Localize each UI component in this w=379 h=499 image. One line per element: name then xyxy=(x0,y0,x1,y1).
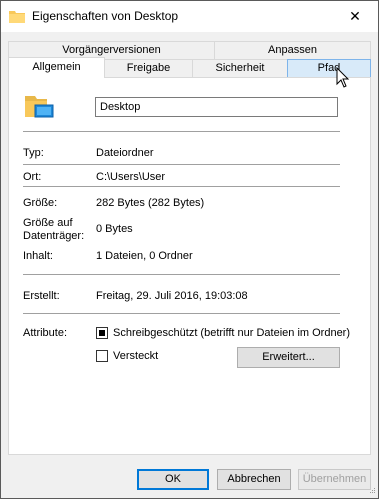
separator xyxy=(23,164,340,165)
disk-size-label-line1: Größe auf xyxy=(23,217,73,229)
size-value: 282 Bytes (282 Bytes) xyxy=(96,197,205,209)
tab-pfad[interactable]: Pfad xyxy=(287,59,371,77)
close-icon: ✕ xyxy=(349,8,361,24)
tab-label: Sicherheit xyxy=(215,62,265,74)
tab-panel-allgemein xyxy=(8,77,371,455)
readonly-checkbox[interactable] xyxy=(96,327,108,339)
contents-value: 1 Dateien, 0 Ordner xyxy=(96,250,193,262)
tab-label: Anpassen xyxy=(268,44,317,56)
tab-label: Allgemein xyxy=(32,61,81,73)
tab-sicherheit[interactable]: Sicherheit xyxy=(192,59,288,77)
tab-anpassen[interactable]: Anpassen xyxy=(214,41,371,59)
hidden-checkbox[interactable] xyxy=(96,350,108,362)
hidden-label: Versteckt xyxy=(113,350,159,362)
properties-window: Eigenschaften von Desktop ✕ Vorgängerver… xyxy=(0,0,379,499)
cancel-button[interactable]: Abbrechen xyxy=(217,469,291,490)
separator xyxy=(23,313,340,314)
separator xyxy=(23,131,340,132)
type-value: Dateiordner xyxy=(96,147,154,159)
folder-icon xyxy=(9,11,25,23)
size-label: Größe: xyxy=(23,197,58,209)
desktop-folder-icon xyxy=(25,96,54,118)
readonly-label: Schreibgeschützt (betrifft nur Dateien i… xyxy=(113,327,351,339)
location-label: Ort: xyxy=(23,171,42,183)
separator xyxy=(23,186,340,187)
created-value: Freitag, 29. Juli 2016, 19:03:08 xyxy=(96,290,248,302)
advanced-button[interactable]: Erweitert... xyxy=(237,347,340,368)
type-label: Typ: xyxy=(23,147,44,159)
contents-label: Inhalt: xyxy=(23,250,53,262)
separator xyxy=(23,274,340,275)
folder-name-input[interactable] xyxy=(95,97,338,117)
ok-button[interactable]: OK xyxy=(137,469,209,490)
disk-size-label-line2: Datenträger: xyxy=(23,230,85,242)
close-button[interactable]: ✕ xyxy=(332,1,378,32)
tab-freigabe[interactable]: Freigabe xyxy=(104,59,193,77)
resize-grip-icon[interactable] xyxy=(366,486,376,496)
attributes-label: Attribute: xyxy=(23,327,68,339)
tab-label: Freigabe xyxy=(126,62,171,74)
title-bar[interactable]: Eigenschaften von Desktop ✕ xyxy=(1,1,378,32)
location-value: C:\Users\User xyxy=(96,171,166,183)
window-title: Eigenschaften von Desktop xyxy=(32,9,179,23)
apply-button[interactable]: Übernehmen xyxy=(298,469,371,490)
created-label: Erstellt: xyxy=(23,290,60,302)
disk-size-value: 0 Bytes xyxy=(96,223,133,235)
mouse-cursor-icon xyxy=(336,67,350,88)
tab-label: Vorgängerversionen xyxy=(62,44,161,56)
tab-allgemein[interactable]: Allgemein xyxy=(8,57,105,78)
